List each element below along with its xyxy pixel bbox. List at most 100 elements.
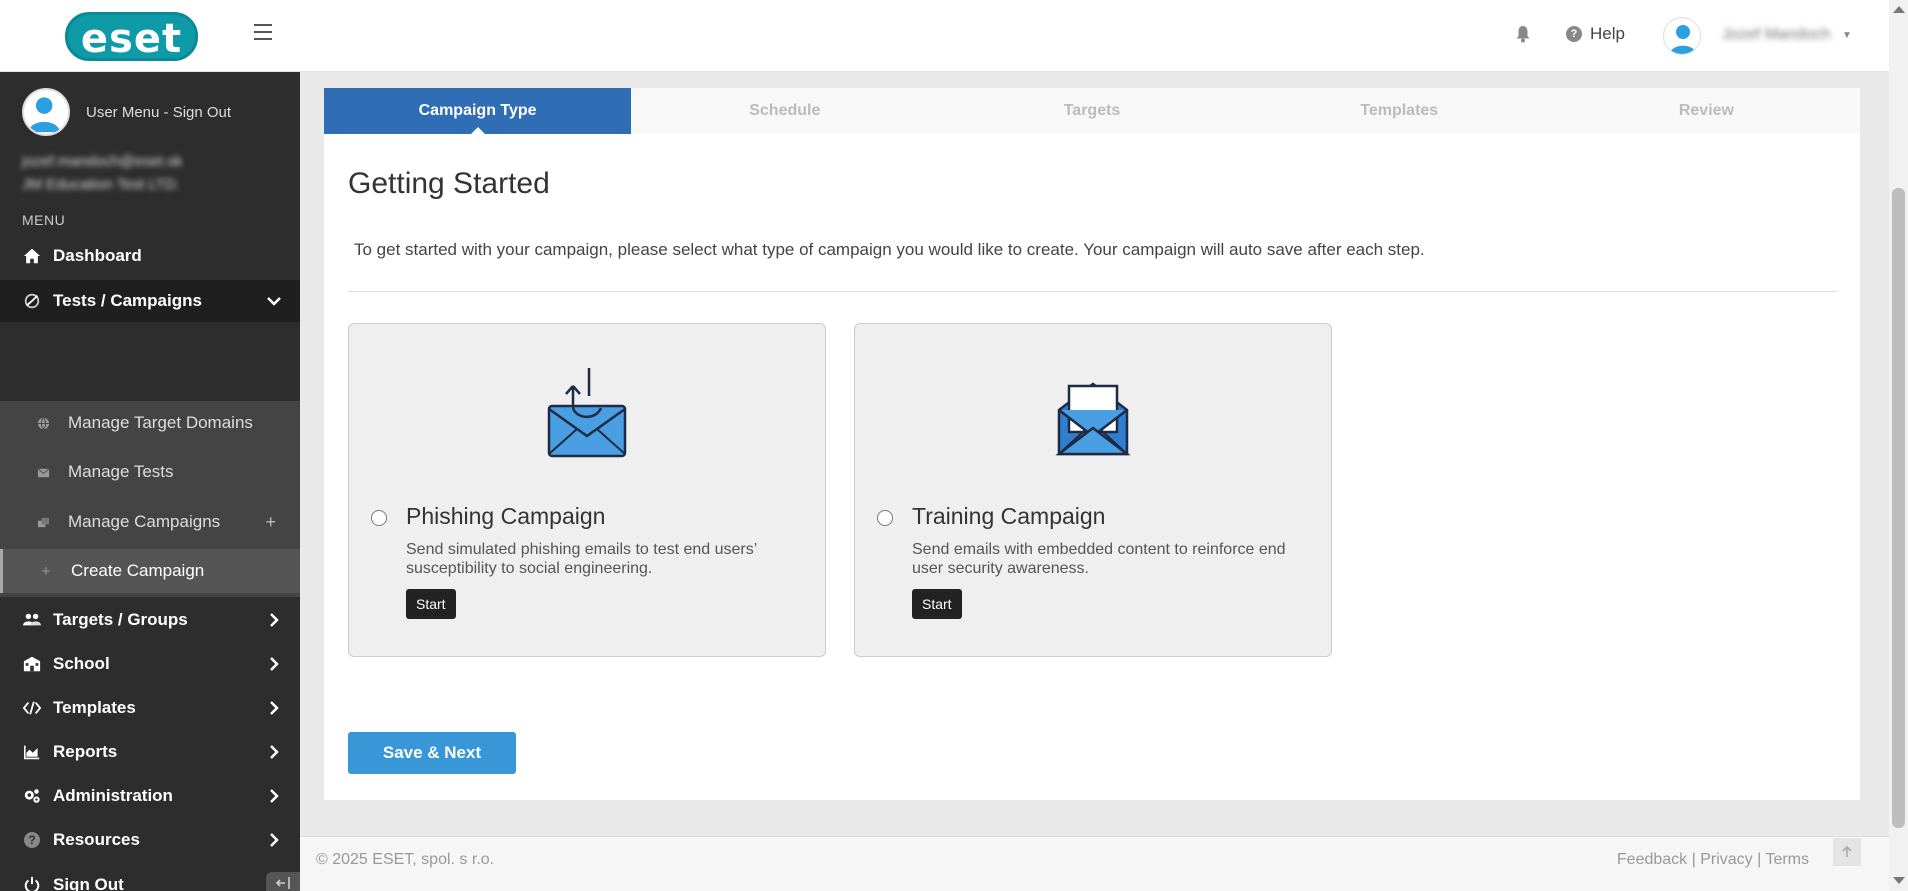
sidebar-item-dashboard[interactable]: Dashboard bbox=[0, 235, 300, 277]
card-title: Training Campaign bbox=[912, 503, 1106, 529]
sidebar-item-tests-campaigns[interactable]: Tests / Campaigns bbox=[0, 280, 300, 322]
sidebar-avatar bbox=[22, 88, 70, 136]
copyright-text: © 2025 ESET, spol. s r.o. bbox=[316, 851, 495, 868]
user-dropdown-caret-icon[interactable]: ▼ bbox=[1842, 30, 1852, 41]
footer: © 2025 ESET, spol. s r.o. Feedback | Pri… bbox=[300, 836, 1889, 891]
user-avatar[interactable] bbox=[1663, 17, 1701, 55]
phishing-campaign-card[interactable]: Phishing Campaign Send simulated phishin… bbox=[348, 323, 826, 657]
sidebar-user: User Menu - Sign Out bbox=[22, 88, 231, 136]
scrollbar-thumb[interactable] bbox=[1892, 188, 1905, 828]
step-targets[interactable]: Targets bbox=[938, 88, 1245, 134]
page-title: Getting Started bbox=[348, 167, 550, 200]
sidebar-user-info: jozef.mandoch@eset.sk JM Education Test … bbox=[22, 150, 182, 196]
school-icon bbox=[22, 654, 42, 674]
chart-icon bbox=[22, 742, 42, 762]
sidebar: User Menu - Sign Out jozef.mandoch@eset.… bbox=[0, 72, 300, 891]
feedback-link[interactable]: Feedback bbox=[1617, 851, 1687, 868]
link-separator: | bbox=[1752, 851, 1766, 868]
campaign-icon bbox=[22, 291, 42, 311]
users-icon bbox=[22, 610, 42, 630]
collapse-icon bbox=[275, 877, 290, 889]
card-title: Phishing Campaign bbox=[406, 503, 606, 529]
globe-icon bbox=[36, 416, 50, 430]
phishing-campaign-radio[interactable] bbox=[371, 510, 387, 526]
sidebar-subitem-label: Manage Tests bbox=[68, 462, 174, 481]
scroll-down-arrow-icon[interactable] bbox=[1893, 877, 1905, 884]
training-campaign-radio[interactable] bbox=[877, 510, 893, 526]
training-start-button[interactable]: Start bbox=[912, 589, 962, 619]
sidebar-item-label: Templates bbox=[53, 698, 136, 717]
collapse-sidebar-button[interactable] bbox=[266, 872, 300, 891]
phishing-envelope-icon bbox=[547, 368, 627, 458]
sidebar-item-label: Administration bbox=[53, 786, 173, 805]
intro-text: To get started with your campaign, pleas… bbox=[354, 240, 1425, 259]
sidebar-item-targets-groups[interactable]: Targets / Groups bbox=[0, 599, 300, 641]
step-schedule[interactable]: Schedule bbox=[631, 88, 938, 134]
sidebar-item-templates[interactable]: Templates bbox=[0, 687, 300, 729]
help-link[interactable]: ? Help bbox=[1566, 24, 1625, 44]
sidebar-subitem-label: Create Campaign bbox=[71, 561, 205, 580]
user-menu-link[interactable]: User Menu bbox=[86, 104, 159, 121]
user-email: jozef.mandoch@eset.sk bbox=[22, 153, 183, 170]
plus-icon: + bbox=[41, 562, 51, 580]
privacy-link[interactable]: Privacy bbox=[1700, 851, 1752, 868]
chevron-right-icon bbox=[270, 613, 279, 627]
help-label: Help bbox=[1590, 24, 1625, 43]
gears-icon bbox=[22, 786, 42, 806]
link-separator: | bbox=[1687, 851, 1701, 868]
scroll-up-arrow-icon[interactable] bbox=[1893, 6, 1905, 13]
sidebar-item-label: Reports bbox=[53, 742, 118, 761]
sidebar-subitem-manage-target-domains[interactable]: Manage Target Domains bbox=[0, 401, 300, 445]
sidebar-subitem-label: Manage Campaigns bbox=[68, 512, 221, 531]
step-campaign-type[interactable]: Campaign Type bbox=[324, 88, 632, 135]
footer-links: Feedback | Privacy | Terms bbox=[1617, 851, 1809, 869]
step-templates[interactable]: Templates bbox=[1246, 88, 1553, 134]
sidebar-item-school[interactable]: School bbox=[0, 643, 300, 685]
sidebar-item-label: School bbox=[53, 654, 110, 673]
bell-icon[interactable] bbox=[1515, 25, 1531, 43]
main-content: Campaign Type Schedule Targets Templates… bbox=[324, 88, 1860, 800]
divider bbox=[348, 291, 1837, 292]
phishing-start-button[interactable]: Start bbox=[406, 589, 456, 619]
add-campaign-icon[interactable]: + bbox=[265, 512, 276, 533]
chevron-right-icon bbox=[270, 745, 279, 759]
home-icon bbox=[22, 246, 42, 266]
chevron-right-icon bbox=[270, 657, 279, 671]
save-next-button[interactable]: Save & Next bbox=[348, 732, 516, 774]
terms-link[interactable]: Terms bbox=[1765, 851, 1809, 868]
open-envelope-icon bbox=[1055, 382, 1131, 456]
sidebar-item-label: Resources bbox=[53, 830, 140, 849]
sidebar-item-reports[interactable]: Reports bbox=[0, 731, 300, 773]
sidebar-subitem-manage-tests[interactable]: Manage Tests bbox=[0, 450, 300, 494]
chevron-down-icon bbox=[267, 297, 281, 306]
sidebar-item-label: Tests / Campaigns bbox=[53, 291, 202, 310]
power-icon bbox=[22, 875, 42, 891]
sidebar-item-administration[interactable]: Administration bbox=[0, 775, 300, 817]
top-bar: eset ? Help Jozef Mandoch ▼ bbox=[0, 0, 1889, 72]
question-icon: ? bbox=[22, 830, 42, 850]
envelope-icon bbox=[36, 465, 50, 479]
sidebar-subitem-create-campaign[interactable]: + Create Campaign bbox=[0, 549, 300, 593]
sidebar-sign-out-link[interactable]: Sign Out bbox=[173, 104, 231, 121]
chevron-right-icon bbox=[270, 833, 279, 847]
arrow-up-icon bbox=[1842, 846, 1852, 857]
step-review[interactable]: Review bbox=[1553, 88, 1860, 134]
campaigns-icon bbox=[36, 515, 50, 529]
training-campaign-card[interactable]: Training Campaign Send emails with embed… bbox=[854, 323, 1332, 657]
help-icon: ? bbox=[1566, 26, 1582, 42]
chevron-right-icon bbox=[270, 701, 279, 715]
sidebar-item-label: Dashboard bbox=[53, 246, 142, 265]
user-company: JM Education Test LTD. bbox=[22, 176, 180, 193]
hamburger-menu-icon[interactable] bbox=[254, 24, 272, 40]
eset-logo[interactable]: eset bbox=[65, 12, 198, 62]
chevron-right-icon bbox=[270, 789, 279, 803]
scroll-to-top-button[interactable] bbox=[1833, 838, 1861, 866]
page-scrollbar[interactable] bbox=[1889, 0, 1908, 891]
sidebar-user-links: User Menu - Sign Out bbox=[86, 104, 231, 121]
sidebar-item-resources[interactable]: ? Resources bbox=[0, 819, 300, 861]
sidebar-item-sign-out[interactable]: Sign Out bbox=[0, 864, 300, 891]
sidebar-subitem-manage-campaigns[interactable]: Manage Campaigns + bbox=[0, 500, 300, 544]
user-name[interactable]: Jozef Mandoch bbox=[1722, 26, 1831, 44]
sidebar-subitem-label: Manage Target Domains bbox=[68, 413, 253, 432]
sidebar-item-label: Targets / Groups bbox=[53, 610, 188, 629]
